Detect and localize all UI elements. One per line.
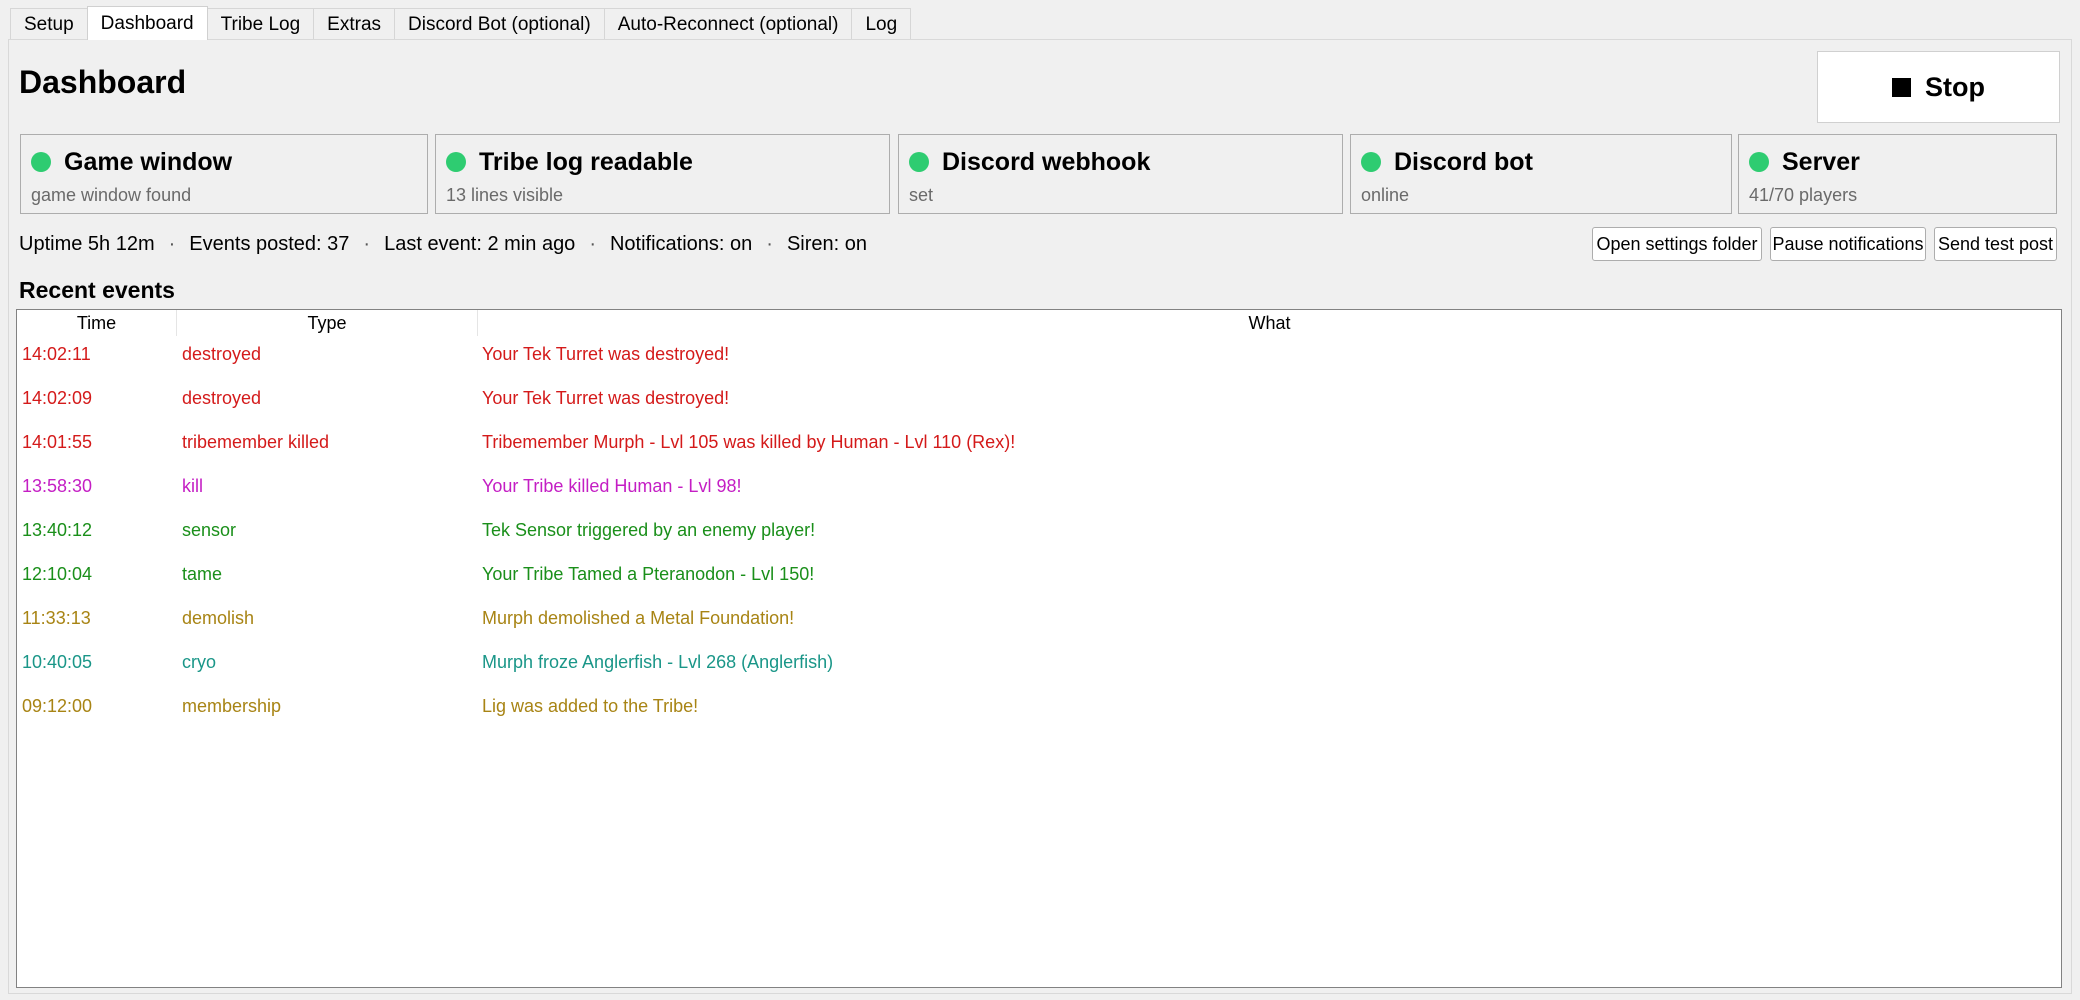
event-time-cell: 14:02:11 xyxy=(22,344,91,364)
page-title: Dashboard xyxy=(19,64,187,100)
event-what-cell: Tek Sensor triggered by an enemy player! xyxy=(482,520,816,540)
separator: · xyxy=(589,233,596,255)
status-ok-icon xyxy=(909,152,929,172)
status-card-title: Discord bot xyxy=(1394,148,1533,176)
open-settings-folder-button[interactable]: Open settings folder xyxy=(1592,227,1762,261)
event-what-cell: Your Tek Turret was destroyed! xyxy=(482,388,730,408)
send-test-post-button[interactable]: Send test post xyxy=(1934,227,2057,261)
event-time-cell: 12:10:04 xyxy=(22,564,93,584)
status-ok-icon xyxy=(1749,152,1769,172)
separator: · xyxy=(363,233,371,255)
status-ok-icon xyxy=(1361,152,1381,172)
status-card-title: Game window xyxy=(64,148,233,176)
event-what-cell: Your Tribe killed Human - Lvl 98! xyxy=(482,476,742,496)
notifications-status-text: Notifications: on xyxy=(609,233,753,255)
siren-status-text: Siren: on xyxy=(786,233,868,255)
last-event-text: Last event: 2 min ago xyxy=(384,233,576,255)
table-row[interactable]: 14:01:55 tribemember killed Tribemember Mu… xyxy=(17,420,2061,464)
status-card-discord-webhook: Discord webhook set xyxy=(898,134,1343,214)
event-type-cell: sensor xyxy=(182,520,237,540)
tab-extras[interactable]: Extras xyxy=(313,8,396,40)
event-time-cell: 13:58:30 xyxy=(22,476,93,496)
events-posted-text: Events posted: 37 xyxy=(189,233,350,255)
event-time-cell: 09:12:00 xyxy=(22,696,93,716)
table-body: 14:02:11 destroyed Your Tek Turret was des… xyxy=(17,332,2061,728)
separator: · xyxy=(766,233,773,255)
status-card-subtitle: 13 lines visible xyxy=(446,185,564,205)
status-ok-icon xyxy=(446,152,466,172)
table-row[interactable]: 10:40:05 cryo Murph froze Anglerfish - Lvl… xyxy=(17,640,2061,684)
event-time-cell: 11:33:13 xyxy=(22,608,91,628)
event-type-cell: kill xyxy=(182,476,203,496)
event-what-cell: Your Tribe Tamed a Pteranodon - Lvl 150! xyxy=(482,564,815,584)
status-card-subtitle: 41/70 players xyxy=(1749,185,1858,205)
status-card-subtitle: set xyxy=(909,185,934,205)
event-what-cell: Murph froze Anglerfish - Lvl 268 (Angler… xyxy=(482,652,834,672)
event-what-cell: Lig was added to the Tribe! xyxy=(482,696,699,716)
table-row[interactable]: 14:02:11 destroyed Your Tek Turret was des… xyxy=(17,332,2061,376)
stop-button-label: Stop xyxy=(1925,71,1985,102)
event-type-cell: tame xyxy=(182,564,223,584)
event-type-cell: tribemember killed xyxy=(182,432,330,452)
uptime-text: Uptime 5h 12m xyxy=(19,233,155,255)
tab-setup[interactable]: Setup xyxy=(10,8,88,40)
tab-bar: Setup Dashboard Tribe Log Extras Discord… xyxy=(10,6,912,40)
event-time-cell: 14:02:09 xyxy=(22,388,93,408)
separator: · xyxy=(168,233,176,255)
event-type-cell: demolish xyxy=(182,608,255,628)
table-row[interactable]: 09:12:00 membership Lig was added to the T… xyxy=(17,684,2061,728)
status-card-title: Discord webhook xyxy=(942,148,1151,176)
pause-notifications-button[interactable]: Pause notifications xyxy=(1770,227,1926,261)
recent-events-title: Recent events xyxy=(19,277,175,303)
recent-events-table[interactable]: Time Type What 14:02:11 destroyed Your Tek… xyxy=(16,309,2062,988)
tab-discord-bot[interactable]: Discord Bot (optional) xyxy=(394,8,605,40)
status-card-subtitle: game window found xyxy=(31,185,192,205)
event-what-cell: Your Tek Turret was destroyed! xyxy=(482,344,730,364)
table-row[interactable]: 11:33:13 demolish Murph demolished a Metal… xyxy=(17,596,2061,640)
status-ok-icon xyxy=(31,152,51,172)
status-card-discord-bot: Discord bot online xyxy=(1350,134,1732,214)
table-row[interactable]: 14:02:09 destroyed Your Tek Turret was des… xyxy=(17,376,2061,420)
status-card-title: Tribe log readable xyxy=(479,148,693,176)
tab-tribe-log[interactable]: Tribe Log xyxy=(206,8,315,40)
tab-auto-reconnect[interactable]: Auto-Reconnect (optional) xyxy=(603,8,853,40)
event-time-cell: 13:40:12 xyxy=(22,520,93,540)
tab-log[interactable]: Log xyxy=(851,8,912,40)
event-type-cell: destroyed xyxy=(182,344,262,364)
event-time-cell: 14:01:55 xyxy=(22,432,93,452)
stop-icon xyxy=(1892,77,1911,97)
status-card-title: Server xyxy=(1782,148,1860,176)
event-what-cell: Murph demolished a Metal Foundation! xyxy=(482,608,795,628)
status-card-tribe-log: Tribe log readable 13 lines visible xyxy=(435,134,890,214)
table-row[interactable]: 13:40:12 sensor Tek Sensor triggered by an… xyxy=(17,508,2061,552)
status-card-server: Server 41/70 players xyxy=(1738,134,2057,214)
status-card-subtitle: online xyxy=(1361,185,1410,205)
table-row[interactable]: 13:58:30 kill Your Tribe killed Human - Lv… xyxy=(17,464,2061,508)
event-type-cell: membership xyxy=(182,696,282,716)
status-line: Uptime 5h 12m · Events posted: 37 · Last… xyxy=(19,233,867,256)
event-what-cell: Tribemember Murph - Lvl 105 was killed b… xyxy=(482,432,1016,452)
status-card-game-window: Game window game window found xyxy=(20,134,428,214)
table-row[interactable]: 12:10:04 tame Your Tribe Tamed a Pteranodo… xyxy=(17,552,2061,596)
event-type-cell: destroyed xyxy=(182,388,262,408)
event-type-cell: cryo xyxy=(182,652,217,672)
event-time-cell: 10:40:05 xyxy=(22,652,93,672)
stop-button[interactable]: Stop xyxy=(1817,51,2060,123)
tab-dashboard[interactable]: Dashboard xyxy=(86,6,208,40)
